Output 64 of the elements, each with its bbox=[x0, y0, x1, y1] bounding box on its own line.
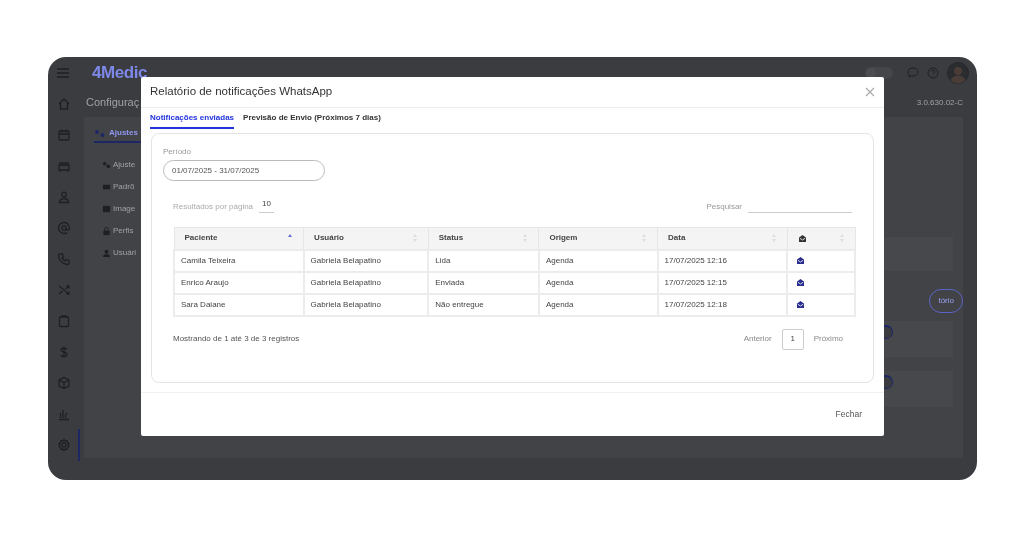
table-cell: Agenda bbox=[545, 299, 574, 309]
at-icon[interactable] bbox=[57, 221, 71, 235]
help-icon[interactable] bbox=[927, 66, 939, 79]
envelope-icon[interactable] bbox=[796, 256, 806, 265]
lock-icon bbox=[102, 226, 111, 236]
menu-item[interactable]: Ajuste bbox=[113, 159, 136, 171]
table-cell: Enviada bbox=[435, 277, 465, 287]
selection-indicator bbox=[78, 429, 80, 461]
cube-icon[interactable] bbox=[57, 376, 71, 390]
menu-item[interactable]: Padrõ bbox=[113, 181, 135, 193]
menu-item[interactable]: Image bbox=[113, 203, 136, 215]
table-cell: Gabriela Belapatino bbox=[310, 255, 381, 265]
shuffle-icon[interactable] bbox=[57, 283, 71, 297]
table-cell: 17/07/2025 12:18 bbox=[664, 299, 727, 309]
phone-icon[interactable] bbox=[57, 252, 71, 266]
person-icon bbox=[102, 248, 111, 258]
next-link[interactable]: Próximo bbox=[813, 333, 843, 345]
table-cell: Gabriela Belapatino bbox=[310, 277, 381, 287]
previous-link[interactable]: Anterior bbox=[743, 333, 772, 345]
close-icon[interactable] bbox=[865, 87, 875, 97]
calendar-icon[interactable] bbox=[57, 128, 71, 142]
table-cell: Camila Teixeira bbox=[181, 255, 236, 265]
page-title: Configuraç bbox=[86, 95, 140, 111]
chart-icon[interactable] bbox=[57, 407, 71, 421]
sofa-icon[interactable] bbox=[57, 159, 71, 173]
close-button[interactable]: Fechar bbox=[833, 408, 864, 421]
tab[interactable]: Previsão de Envio (Próximos 7 dias) bbox=[243, 108, 381, 129]
home-icon[interactable] bbox=[57, 97, 71, 111]
table-cell: Não entregue bbox=[435, 299, 484, 309]
menu-item[interactable]: Usuári bbox=[113, 247, 137, 259]
table-cell: Agenda bbox=[545, 255, 574, 265]
column-header[interactable]: Status bbox=[438, 232, 464, 245]
table-cell: Lida bbox=[435, 255, 451, 265]
table-cell: Sara Daiane bbox=[181, 299, 226, 309]
envelope-icon[interactable] bbox=[796, 300, 806, 309]
column-header[interactable]: Origem bbox=[549, 232, 578, 245]
table-cell: Agenda bbox=[545, 277, 574, 287]
dollar-icon[interactable] bbox=[57, 345, 71, 359]
page-size-label: Resultados por página bbox=[173, 201, 254, 213]
column-header[interactable]: Data bbox=[668, 232, 686, 245]
page-size-select[interactable]: 10 bbox=[259, 198, 274, 213]
envelope-icon bbox=[797, 233, 807, 243]
settings-icon[interactable] bbox=[57, 438, 71, 452]
logo: 4Medic bbox=[92, 61, 148, 84]
table-cell: 17/07/2025 12:15 bbox=[664, 277, 727, 287]
column-header[interactable]: Usuário bbox=[314, 232, 344, 245]
table-cell: Gabriela Belapatino bbox=[310, 299, 381, 309]
table-cell: 17/07/2025 12:16 bbox=[664, 255, 727, 265]
column-header[interactable]: Paciente bbox=[184, 232, 218, 245]
table-cell: Enrico Araujo bbox=[181, 277, 229, 287]
clipboard-icon[interactable] bbox=[57, 314, 71, 328]
tab[interactable]: Notificações enviadas bbox=[150, 108, 235, 129]
modal-title: Relatório de notificações WhatsApp bbox=[150, 84, 333, 100]
person-icon[interactable] bbox=[57, 190, 71, 204]
chat-icon[interactable] bbox=[907, 67, 919, 78]
menu-item[interactable]: Perfis bbox=[113, 225, 134, 237]
avatar[interactable] bbox=[947, 61, 969, 84]
page-button[interactable]: 1 bbox=[781, 328, 804, 350]
summary-text: Mostrando de 1 até 3 de 3 registros bbox=[173, 333, 300, 345]
theme-toggle[interactable] bbox=[865, 66, 893, 79]
search-label: Pesquisar bbox=[706, 201, 742, 213]
version-label: 3.0.630.02-C bbox=[916, 96, 963, 109]
period-label: Período bbox=[163, 146, 193, 158]
envelope-icon[interactable] bbox=[796, 278, 806, 287]
